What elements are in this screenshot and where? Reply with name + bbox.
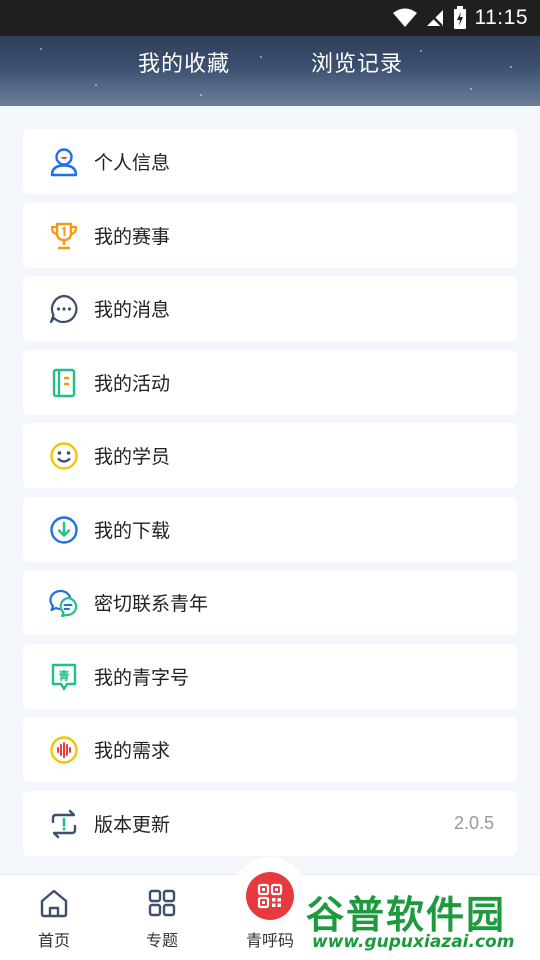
menu-item-label: 密切联系青年: [94, 593, 209, 615]
chat-bubbles-icon: [49, 589, 78, 618]
version-number: 2.0.5: [453, 812, 494, 833]
qing-badge-icon: 青: [51, 663, 77, 690]
wifi-icon: [392, 8, 417, 27]
menu-item-label: 我的消息: [94, 299, 171, 321]
menu-item-my-events[interactable]: 我的赛事: [23, 202, 517, 268]
menu-item-label: 我的需求: [94, 740, 171, 762]
nav-label: 首页: [37, 931, 70, 950]
menu-item-label: 我的学员: [94, 446, 171, 468]
nav-label: 专题: [145, 931, 178, 950]
menu-item-version-update[interactable]: 版本更新 2.0.5: [23, 790, 517, 856]
message-icon: [49, 294, 78, 324]
menu-item-my-students[interactable]: 我的学员: [23, 423, 517, 488]
menu-item-label: 我的下载: [94, 519, 171, 542]
qr-code-icon: [257, 883, 283, 909]
profile-menu: 个人信息 我的赛事 我的消息 我的活动 我的学员 我的下载 密切联系青年 青 我…: [23, 129, 517, 864]
nav-topics[interactable]: 专题: [112, 875, 212, 960]
status-time: 11:15: [474, 6, 528, 29]
download-icon: [50, 515, 78, 544]
menu-item-personal-info[interactable]: 个人信息: [23, 129, 517, 194]
menu-item-label: 个人信息: [94, 152, 171, 174]
voice-wave-icon: [50, 736, 78, 764]
trophy-icon: [50, 222, 78, 249]
qr-button[interactable]: [246, 872, 294, 920]
nav-home[interactable]: 首页: [4, 875, 104, 960]
refresh-icon: [51, 809, 77, 838]
watermark-url: www.gupuxiazai.com: [312, 932, 515, 952]
tab-history[interactable]: 浏览记录: [311, 46, 403, 78]
watermark-title: 谷普软件园: [306, 893, 507, 937]
status-bar: 11:15: [0, 0, 540, 36]
tab-favorites[interactable]: 我的收藏: [138, 46, 230, 78]
notebook-icon: [52, 368, 76, 397]
smile-icon: [50, 442, 78, 470]
menu-item-my-messages[interactable]: 我的消息: [23, 276, 517, 341]
grid-icon: [148, 889, 176, 917]
menu-item-label: 我的赛事: [94, 225, 171, 248]
status-icons: 11:15: [392, 6, 529, 30]
menu-item-label: 版本更新: [94, 813, 171, 836]
no-signal-icon: [426, 10, 443, 27]
menu-item-qing-brand[interactable]: 青 我的青字号: [23, 643, 517, 709]
user-icon: [50, 148, 78, 177]
menu-item-my-downloads[interactable]: 我的下载: [23, 496, 517, 562]
menu-item-my-needs[interactable]: 我的需求: [23, 717, 517, 782]
menu-item-label: 我的活动: [94, 372, 171, 395]
watermark: 谷普软件园 www.gupuxiazai.com: [300, 882, 540, 960]
menu-item-label: 我的青字号: [94, 666, 190, 689]
svg-text:青: 青: [59, 668, 70, 682]
profile-header: 我的收藏 浏览记录: [0, 36, 540, 106]
battery-icon: [453, 6, 466, 29]
menu-item-my-activities[interactable]: 我的活动: [23, 349, 517, 415]
home-icon: [40, 889, 68, 918]
menu-item-contact-youth[interactable]: 密切联系青年: [23, 570, 517, 635]
